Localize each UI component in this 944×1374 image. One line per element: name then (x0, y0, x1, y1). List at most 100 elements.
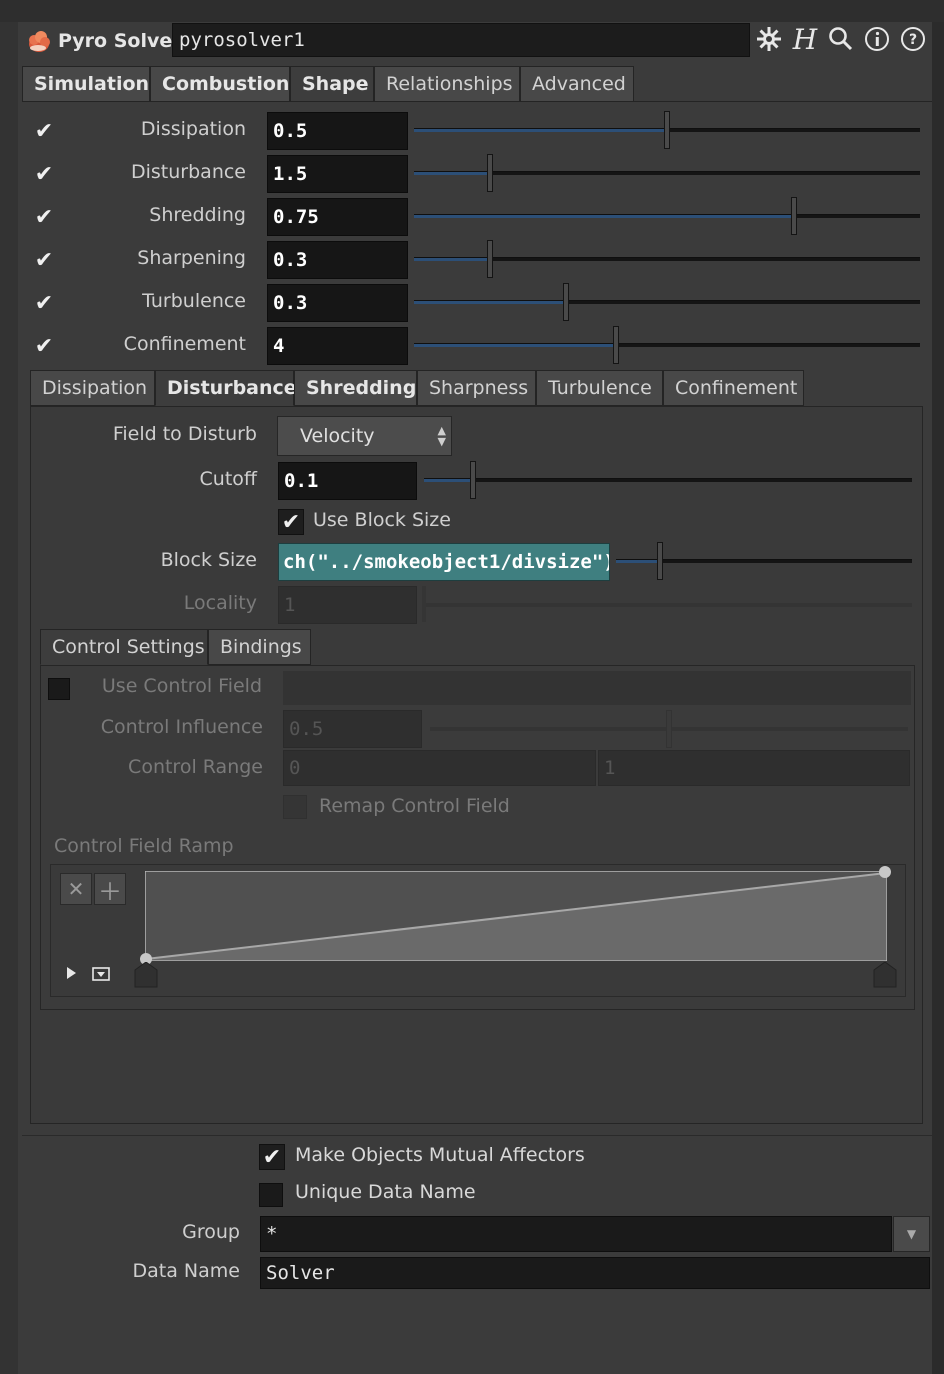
tab-control-settings[interactable]: Control Settings (40, 629, 208, 665)
sharpening-value-field[interactable]: 0.3 (267, 241, 408, 279)
shredding-label: Shredding (149, 204, 246, 226)
dissipation-label: Dissipation (140, 118, 246, 140)
control-field-input (283, 671, 911, 705)
subtab-disturbance[interactable]: Disturbance (155, 370, 297, 406)
svg-text:?: ? (909, 32, 917, 48)
field-to-disturb-label: Field to Disturb (112, 423, 257, 445)
tab-shape[interactable]: Shape (290, 66, 374, 102)
cutoff-slider-track[interactable] (424, 478, 912, 482)
turbulence-enable-checkbox[interactable]: ✔ (31, 290, 57, 316)
tab-divider (22, 101, 932, 102)
block-size-slider-handle[interactable] (657, 542, 664, 580)
node-type-label: Pyro Solver (58, 30, 182, 52)
top-toolbar-strip (0, 0, 944, 22)
subtab-sharpness[interactable]: Sharpness (417, 370, 536, 406)
field-to-disturb-dropdown[interactable]: Velocity ▲ ▼ (277, 416, 452, 456)
turbulence-slider-track[interactable] (414, 300, 920, 304)
use-control-field-checkbox[interactable] (48, 678, 70, 700)
block-size-expression-field[interactable]: ch("../smokeobject1/divsize") (278, 543, 610, 581)
plus-icon: ＋ (98, 877, 122, 906)
chevron-down-icon: ▼ (906, 1227, 917, 1241)
shredding-slider-handle[interactable] (790, 197, 797, 235)
left-gutter (0, 22, 18, 1374)
group-menu-button[interactable]: ▼ (893, 1216, 930, 1252)
control-field-ramp-label: Control Field Ramp (54, 835, 234, 857)
tab-simulation[interactable]: Simulation (22, 66, 150, 102)
turbulence-slider-handle[interactable] (562, 283, 569, 321)
locality-label: Locality (183, 592, 257, 614)
remap-control-field-checkbox (283, 795, 307, 819)
tab-advanced[interactable]: Advanced (520, 66, 634, 102)
data-name-field[interactable]: Solver (260, 1257, 930, 1289)
confinement-value-field[interactable]: 4 (267, 327, 408, 365)
ramp-delete-point-button[interactable]: ✕ (60, 873, 92, 905)
control-influence-label: Control Influence (100, 716, 263, 738)
sharpening-label: Sharpening (137, 247, 246, 269)
info-icon[interactable] (862, 24, 892, 54)
group-label: Group (182, 1221, 240, 1243)
sharpening-enable-checkbox[interactable]: ✔ (31, 247, 57, 273)
control-influence-slider-handle (666, 710, 672, 748)
ramp-point-end[interactable] (879, 866, 891, 878)
tab-relationships[interactable]: Relationships (374, 66, 520, 102)
turbulence-value-field[interactable]: 0.3 (267, 284, 408, 322)
houdini-h-icon[interactable]: H (790, 23, 820, 56)
locality-slider-track (424, 603, 912, 607)
control-range-min-field: 0 (283, 750, 596, 786)
dissipation-slider-handle[interactable] (664, 111, 670, 149)
use-block-size-checkbox[interactable]: ✔ (278, 509, 304, 535)
disturbance-label: Disturbance (131, 161, 246, 183)
cutoff-slider-handle[interactable] (469, 461, 476, 499)
control-range-max-field: 1 (598, 750, 910, 786)
tab-combustion[interactable]: Combustion (150, 66, 290, 102)
dissipation-value-field[interactable]: 0.5 (267, 112, 408, 150)
mutual-affectors-label: Make Objects Mutual Affectors (295, 1144, 585, 1166)
confinement-slider-track[interactable] (414, 343, 920, 347)
use-block-size-label: Use Block Size (313, 509, 451, 531)
locality-value-field: 1 (278, 586, 417, 624)
confinement-label: Confinement (123, 333, 246, 355)
control-influence-field: 0.5 (283, 710, 422, 748)
help-icon[interactable]: ? (898, 24, 928, 54)
remap-control-field-label: Remap Control Field (319, 795, 510, 817)
shredding-value-field[interactable]: 0.75 (267, 198, 408, 236)
field-to-disturb-value: Velocity (300, 425, 375, 447)
ramp-graph[interactable] (144, 870, 888, 962)
search-icon[interactable] (826, 24, 856, 54)
subtab-dissipation[interactable]: Dissipation (30, 370, 155, 406)
confinement-enable-checkbox[interactable]: ✔ (31, 333, 57, 359)
play-icon[interactable] (64, 965, 78, 981)
ramp-key-end-marker[interactable] (873, 961, 897, 988)
subtab-turbulence[interactable]: Turbulence (536, 370, 663, 406)
expand-ramp-icon[interactable] (92, 966, 110, 981)
data-name-label: Data Name (132, 1260, 240, 1282)
sharpening-slider-handle[interactable] (486, 240, 493, 278)
turbulence-label: Turbulence (142, 290, 246, 312)
node-name-field[interactable]: pyrosolver1 (172, 23, 750, 57)
close-icon: ✕ (67, 877, 85, 901)
control-range-label: Control Range (128, 756, 263, 778)
tab-bindings[interactable]: Bindings (208, 629, 311, 665)
mutual-affectors-checkbox[interactable]: ✔ (259, 1144, 285, 1170)
subtab-shredding[interactable]: Shredding (294, 370, 417, 406)
pyro-solver-icon (26, 28, 52, 54)
shredding-enable-checkbox[interactable]: ✔ (31, 204, 57, 230)
dissipation-enable-checkbox[interactable]: ✔ (31, 118, 57, 144)
unique-data-name-checkbox[interactable] (259, 1183, 283, 1207)
disturbance-slider-handle[interactable] (486, 154, 493, 192)
confinement-slider-handle[interactable] (613, 326, 620, 364)
updown-arrows-icon: ▲ ▼ (437, 424, 446, 448)
cutoff-value-field[interactable]: 0.1 (278, 462, 417, 500)
ramp-add-point-button[interactable]: ＋ (94, 873, 126, 906)
shredding-slider-track[interactable] (414, 214, 920, 218)
gear-icon[interactable] (754, 24, 784, 54)
block-size-label: Block Size (160, 549, 257, 571)
use-control-field-label: Use Control Field (101, 675, 262, 697)
subtab-confinement[interactable]: Confinement (663, 370, 804, 406)
disturbance-value-field[interactable]: 1.5 (267, 155, 408, 193)
ramp-key-start-marker[interactable] (134, 961, 158, 988)
disturbance-enable-checkbox[interactable]: ✔ (31, 161, 57, 187)
cutoff-label: Cutoff (199, 468, 257, 490)
group-field[interactable]: * (260, 1216, 892, 1252)
unique-data-name-label: Unique Data Name (295, 1181, 476, 1203)
